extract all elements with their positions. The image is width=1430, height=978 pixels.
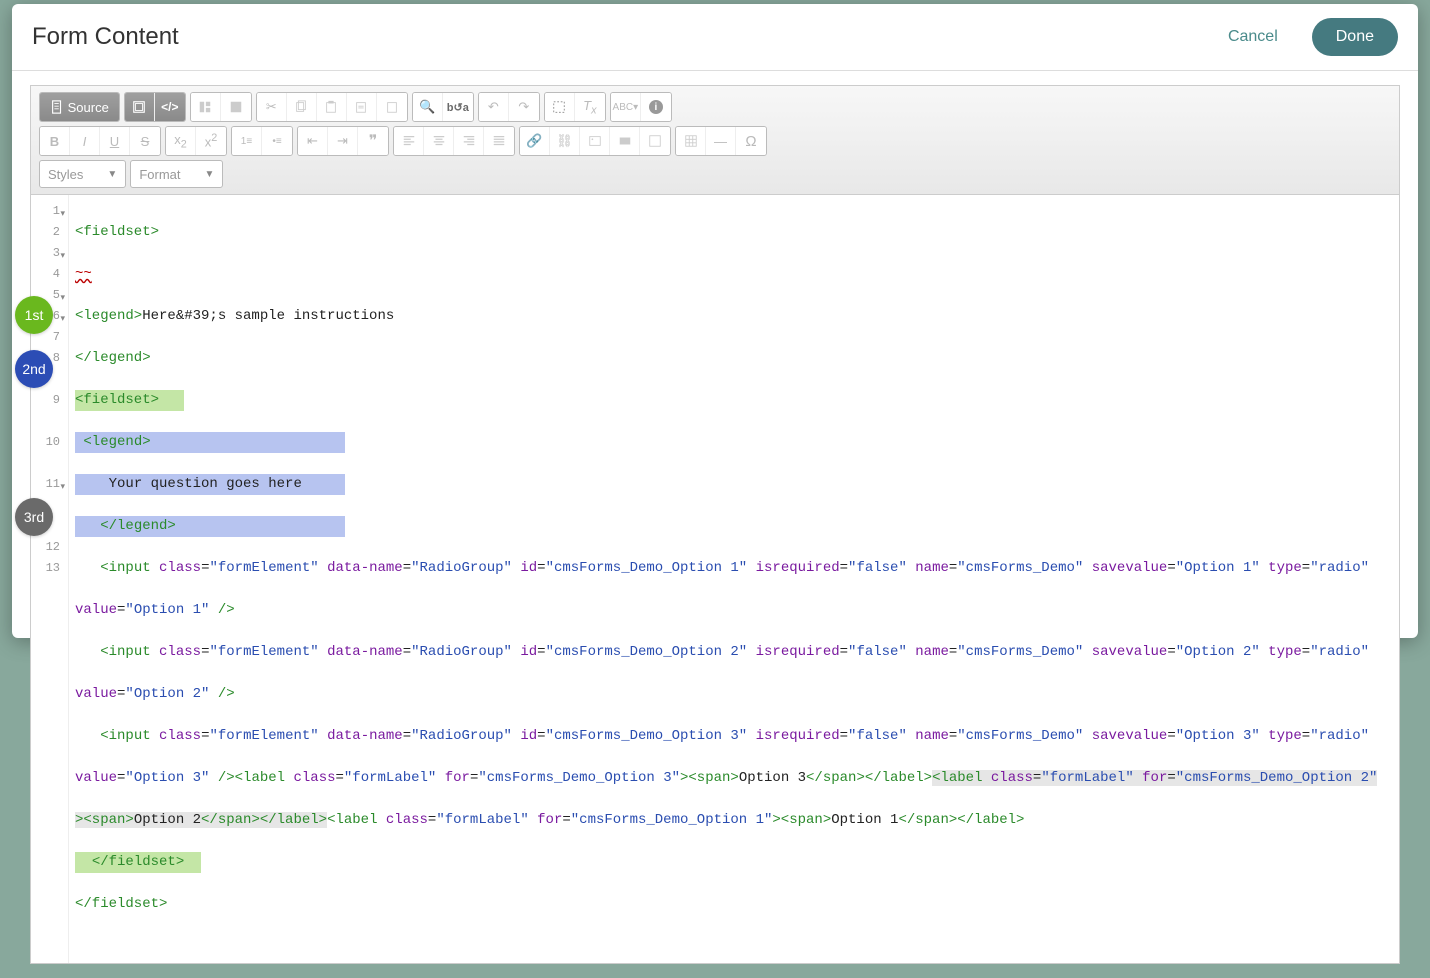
ckeditor-frame: Source </> ✂ [30, 85, 1400, 964]
about-button[interactable]: i [641, 93, 671, 121]
justify-icon [492, 134, 506, 148]
embed-icon [648, 134, 662, 148]
modal-header: Form Content Cancel Done [12, 4, 1418, 71]
underline-button[interactable]: U [100, 127, 130, 155]
modal-title: Form Content [32, 23, 1214, 51]
superscript-icon: x2 [205, 132, 218, 149]
strike-button[interactable]: S [130, 127, 160, 155]
indent-icon: ⇥ [337, 133, 348, 149]
blocks-icon [132, 100, 146, 114]
source-button[interactable]: Source [40, 93, 119, 121]
annotation-badge-2nd: 2nd [15, 350, 53, 388]
cut-button[interactable]: ✂ [257, 93, 287, 121]
undo-button[interactable]: ↶ [479, 93, 509, 121]
table-button[interactable] [676, 127, 706, 155]
alignleft-icon [402, 134, 416, 148]
hr-button[interactable]: — [706, 127, 736, 155]
hr-icon: — [714, 134, 727, 149]
replace-button[interactable]: b↺a [443, 93, 473, 121]
paste-word-button[interactable] [377, 93, 407, 121]
save-button[interactable] [221, 93, 251, 121]
templates-button[interactable] [191, 93, 221, 121]
replace-icon: b↺a [447, 101, 469, 114]
paste-button[interactable] [317, 93, 347, 121]
editor-area: Source </> ✂ [12, 71, 1418, 978]
image-icon [588, 134, 602, 148]
code-content[interactable]: <fieldset> ~~ <legend>Here&#39;s sample … [69, 195, 1399, 963]
paste-word-icon [385, 100, 399, 114]
info-icon: i [649, 100, 663, 114]
video-button[interactable] [610, 127, 640, 155]
annotation-badge-1st: 1st [15, 296, 53, 334]
alignright-icon [462, 134, 476, 148]
italic-icon: I [83, 134, 87, 149]
underline-icon: U [110, 134, 119, 149]
superscript-button[interactable]: x2 [196, 127, 226, 155]
editor-toolbar: Source </> ✂ [31, 86, 1399, 195]
form-content-modal: Form Content Cancel Done Source </> [12, 4, 1418, 638]
annotation-badge-3rd: 3rd [15, 498, 53, 536]
done-button[interactable]: Done [1312, 18, 1398, 56]
unlink-icon: ⛓ [556, 133, 573, 149]
numbered-list-button[interactable]: 1≡ [232, 127, 262, 155]
redo-button[interactable]: ↷ [509, 93, 539, 121]
paste-text-icon [354, 100, 368, 114]
selectall-icon [552, 100, 566, 114]
link-button[interactable]: 🔗 [520, 127, 550, 155]
paste-icon [324, 100, 338, 114]
embed-button[interactable] [640, 127, 670, 155]
spell-icon: ABC▾ [613, 102, 639, 113]
document-icon [50, 100, 64, 114]
video-icon [618, 134, 632, 148]
paste-text-button[interactable] [347, 93, 377, 121]
bold-button[interactable]: B [40, 127, 70, 155]
search-icon: 🔍 [419, 99, 435, 115]
redo-icon: ↷ [518, 99, 529, 115]
align-right-button[interactable] [454, 127, 484, 155]
show-blocks-button[interactable] [125, 93, 155, 121]
quote-icon: ❞ [369, 131, 378, 151]
save-icon [229, 100, 243, 114]
image-button[interactable] [580, 127, 610, 155]
align-center-button[interactable] [424, 127, 454, 155]
eraser-icon: Tx [583, 98, 596, 117]
bold-icon: B [50, 134, 59, 149]
italic-button[interactable]: I [70, 127, 100, 155]
blockquote-button[interactable]: ❞ [358, 127, 388, 155]
template-icon [198, 100, 212, 114]
styles-dropdown[interactable]: Styles▼ [39, 160, 126, 188]
outdent-icon: ⇤ [307, 133, 318, 149]
spellcheck-button[interactable]: ABC▾ [611, 93, 641, 121]
undo-icon: ↶ [488, 99, 499, 115]
specialchar-button[interactable]: Ω [736, 127, 766, 155]
table-icon [684, 134, 698, 148]
bullet-list-button[interactable]: •≡ [262, 127, 292, 155]
justify-button[interactable] [484, 127, 514, 155]
find-button[interactable]: 🔍 [413, 93, 443, 121]
chevron-down-icon: ▼ [107, 169, 117, 180]
remove-format-button[interactable]: Tx [575, 93, 605, 121]
outdent-button[interactable]: ⇤ [298, 127, 328, 155]
chevron-down-icon: ▼ [204, 169, 214, 180]
code-editor[interactable]: 1▾ 2 3▾ 4 5▾ 6▾ 7 8 9 10 11▾ 12 [31, 195, 1399, 963]
format-dropdown[interactable]: Format▼ [130, 160, 223, 188]
link-icon: 🔗 [526, 133, 542, 149]
subscript-button[interactable]: x2 [166, 127, 196, 155]
subscript-icon: x2 [174, 132, 187, 151]
cut-icon: ✂ [266, 99, 277, 115]
indent-button[interactable]: ⇥ [328, 127, 358, 155]
copy-icon [294, 100, 308, 114]
ol-icon: 1≡ [241, 136, 252, 147]
strike-icon: S [141, 134, 150, 149]
omega-icon: Ω [745, 133, 756, 150]
ul-icon: •≡ [272, 136, 281, 147]
source-code-button[interactable]: </> [155, 93, 185, 121]
align-left-button[interactable] [394, 127, 424, 155]
aligncenter-icon [432, 134, 446, 148]
code-icon: </> [161, 100, 178, 114]
cancel-button[interactable]: Cancel [1214, 20, 1292, 54]
select-all-button[interactable] [545, 93, 575, 121]
copy-button[interactable] [287, 93, 317, 121]
unlink-button[interactable]: ⛓ [550, 127, 580, 155]
